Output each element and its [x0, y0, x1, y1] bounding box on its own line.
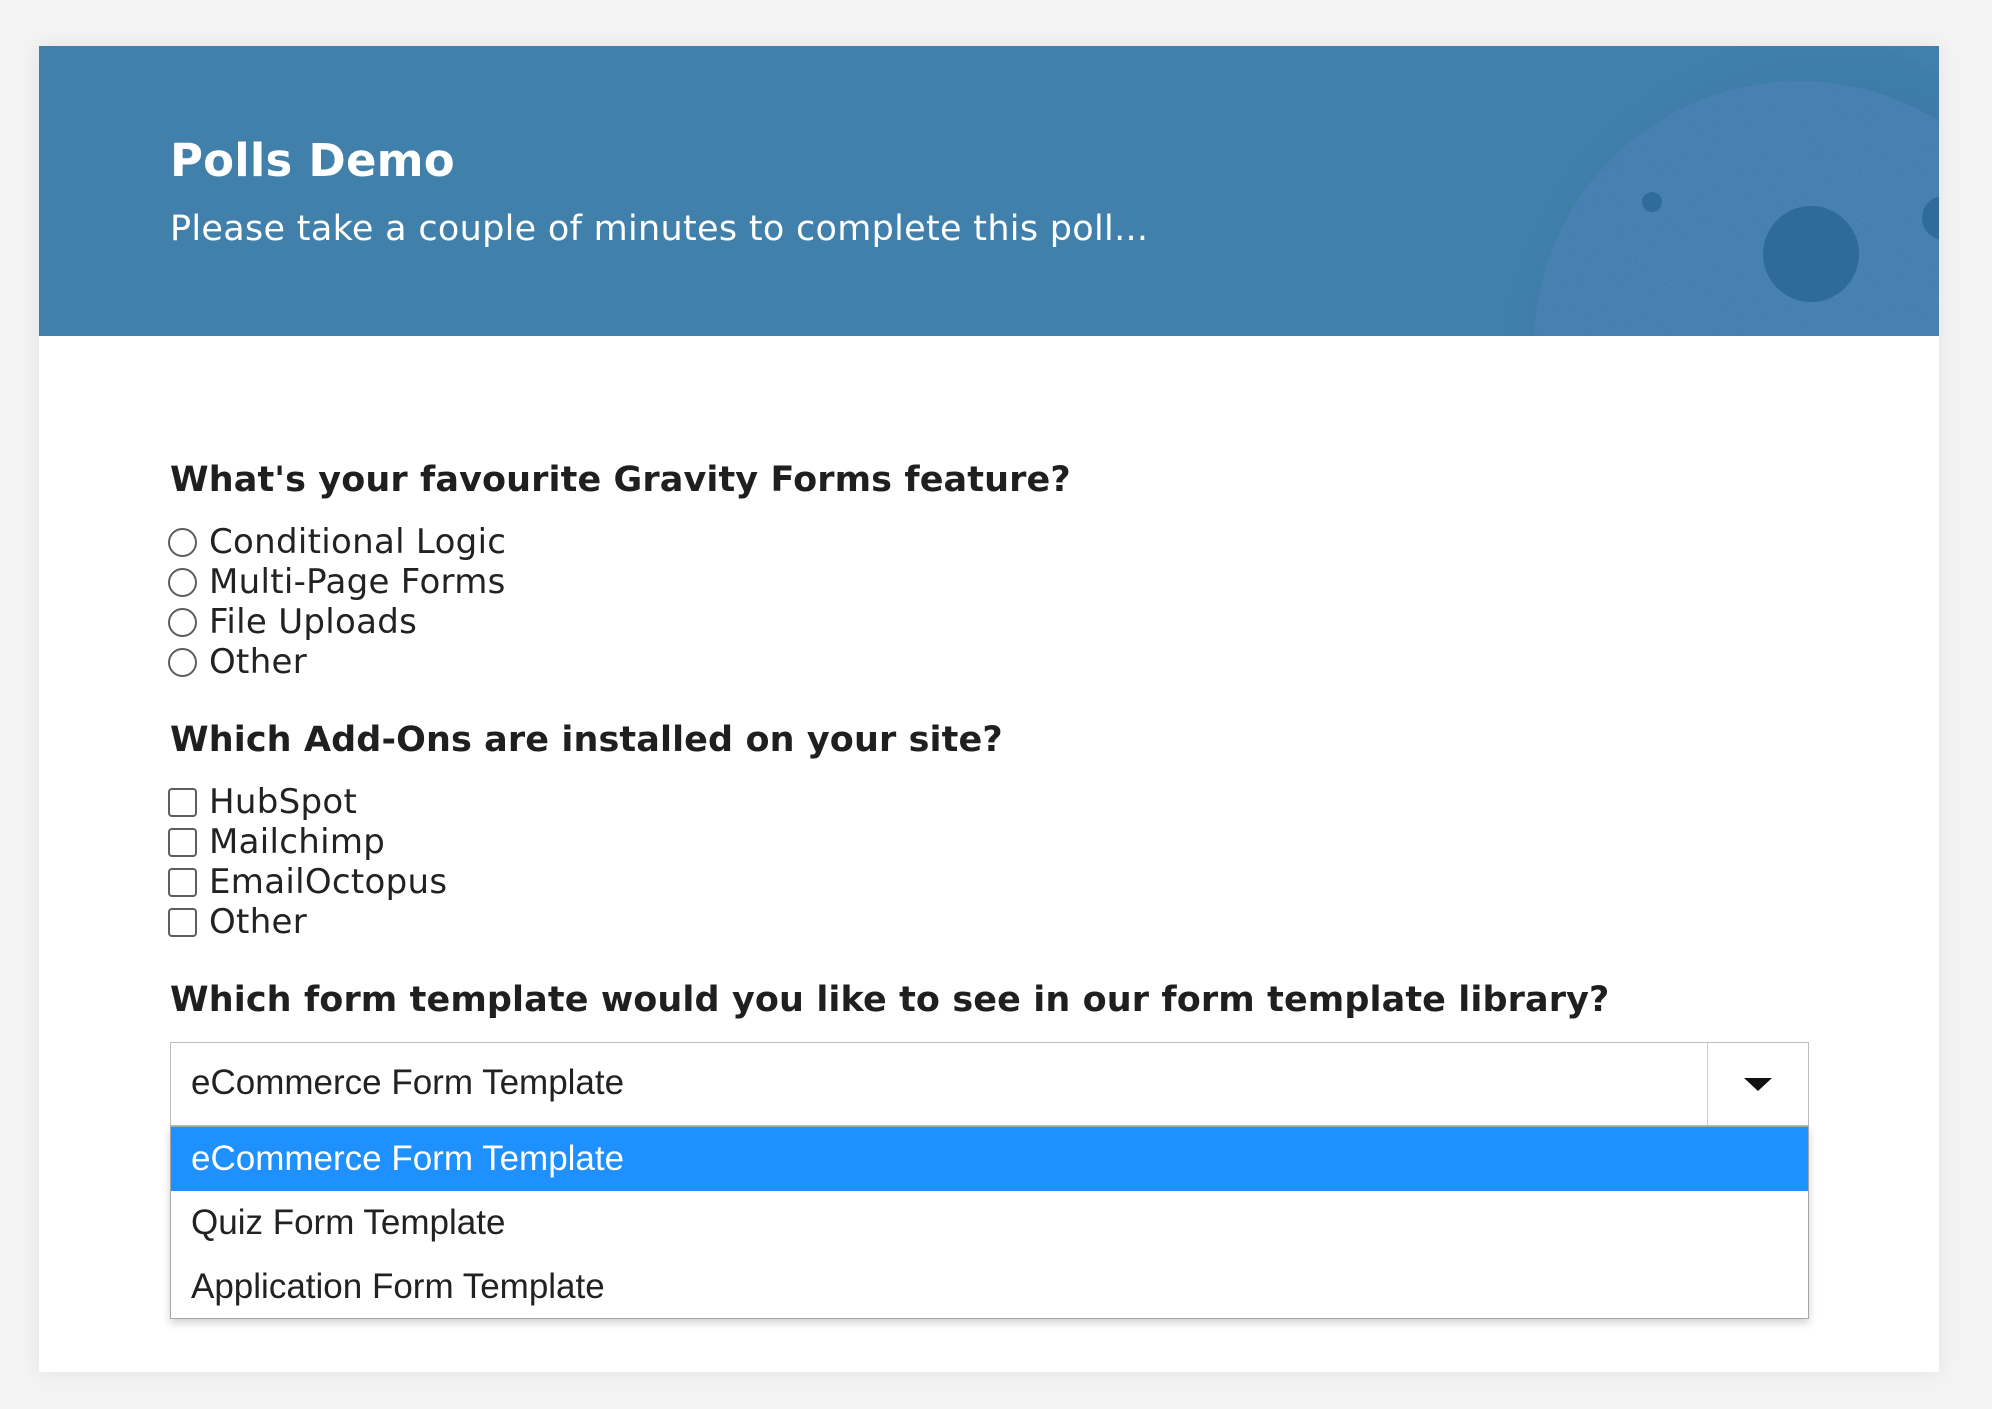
select-option-highlighted[interactable]: eCommerce Form Template — [171, 1127, 1808, 1191]
checkbox[interactable] — [168, 867, 197, 897]
installed-addons-checkbox-group: HubSpot Mailchimp EmailOctopus Other — [168, 782, 447, 942]
radio-option-label[interactable]: Conditional Logic — [209, 522, 506, 562]
radio-button[interactable] — [168, 647, 197, 677]
select-option[interactable]: Quiz Form Template — [171, 1191, 1808, 1255]
page-title: Polls Demo — [170, 134, 455, 187]
checkbox[interactable] — [168, 907, 197, 937]
radio-option[interactable]: Other — [168, 642, 506, 682]
checkbox[interactable] — [168, 827, 197, 857]
form-header: Polls Demo Please take a couple of minut… — [39, 46, 1939, 336]
radio-button[interactable] — [168, 527, 197, 557]
page-subtitle: Please take a couple of minutes to compl… — [170, 209, 1149, 249]
radio-button[interactable] — [168, 607, 197, 637]
checkbox-option-label[interactable]: Other — [209, 902, 307, 942]
question-form-template: Which form template would you like to se… — [170, 980, 1610, 1020]
checkbox-option-label[interactable]: Mailchimp — [209, 822, 385, 862]
checkbox-option[interactable]: EmailOctopus — [168, 862, 447, 902]
radio-option-label[interactable]: Other — [209, 642, 307, 682]
select-current-value[interactable]: eCommerce Form Template — [191, 1063, 624, 1103]
form-template-select[interactable]: eCommerce Form Template — [170, 1042, 1809, 1126]
checkbox-option-label[interactable]: EmailOctopus — [209, 862, 447, 902]
radio-button[interactable] — [168, 567, 197, 597]
question-installed-addons: Which Add-Ons are installed on your site… — [170, 720, 1003, 760]
checkbox-option[interactable]: Other — [168, 902, 447, 942]
select-options-list: eCommerce Form Template Quiz Form Templa… — [170, 1126, 1809, 1319]
poll-form-card: Polls Demo Please take a couple of minut… — [39, 46, 1939, 1372]
favourite-feature-radio-group: Conditional Logic Multi-Page Forms File … — [168, 522, 506, 682]
checkbox-option[interactable]: HubSpot — [168, 782, 447, 822]
checkbox[interactable] — [168, 787, 197, 817]
question-favourite-feature: What's your favourite Gravity Forms feat… — [170, 460, 1071, 500]
select-toggle-button[interactable] — [1707, 1043, 1808, 1125]
radio-option[interactable]: File Uploads — [168, 602, 506, 642]
planet-illustration — [1449, 46, 1939, 336]
radio-option-label[interactable]: Multi-Page Forms — [209, 562, 506, 602]
checkbox-option-label[interactable]: HubSpot — [209, 782, 357, 822]
chevron-down-icon — [1744, 1077, 1772, 1091]
radio-option-label[interactable]: File Uploads — [209, 602, 417, 642]
checkbox-option[interactable]: Mailchimp — [168, 822, 447, 862]
radio-option[interactable]: Multi-Page Forms — [168, 562, 506, 602]
select-option[interactable]: Application Form Template — [171, 1255, 1808, 1319]
radio-option[interactable]: Conditional Logic — [168, 522, 506, 562]
